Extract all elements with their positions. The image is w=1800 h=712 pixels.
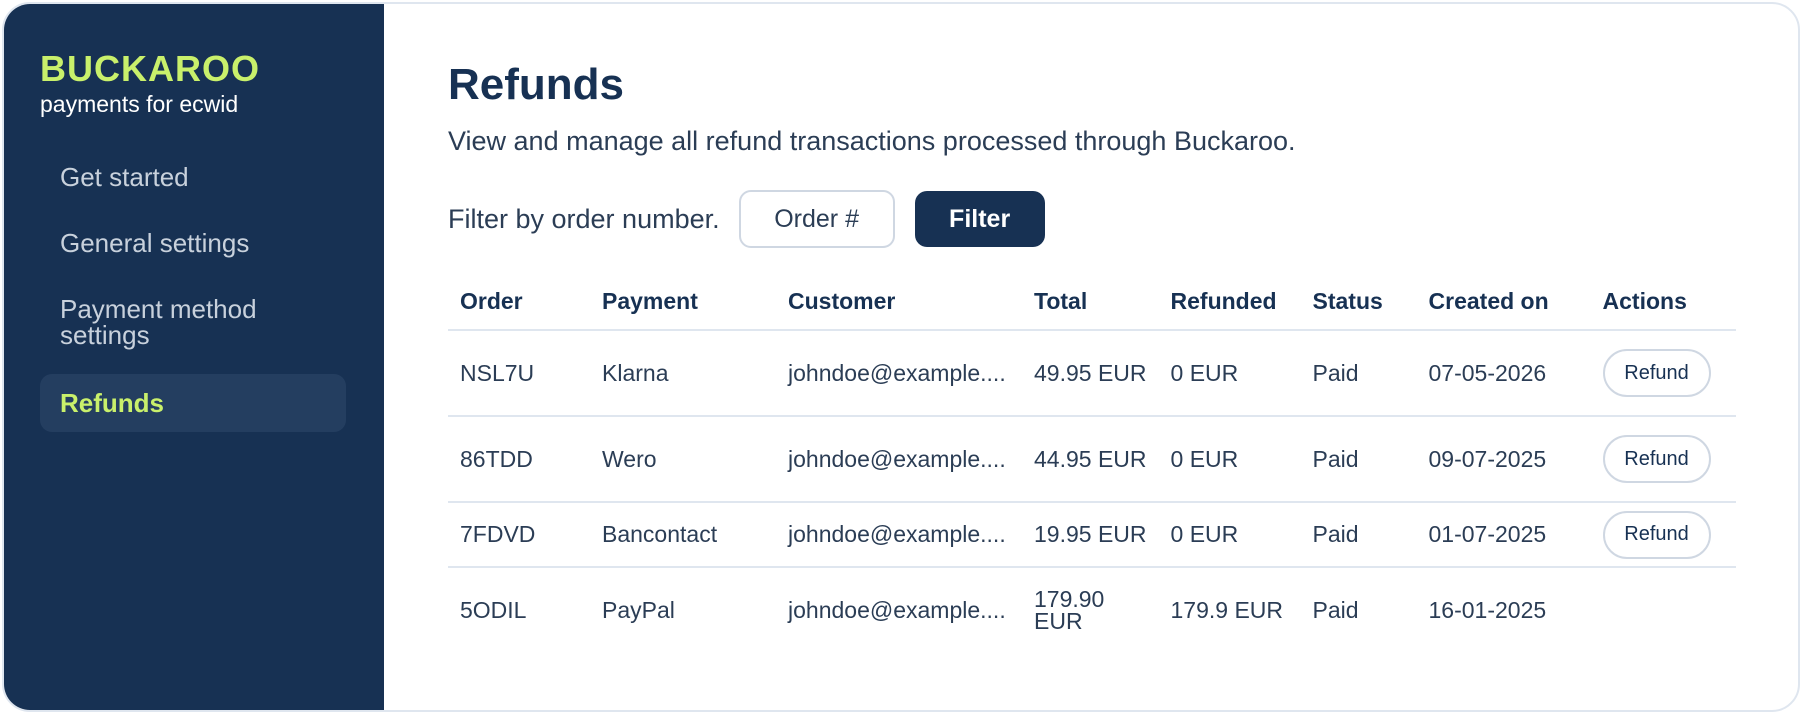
table-header-row: Order Payment Customer Total Refunded St…: [448, 288, 1736, 331]
sidebar: BUCKAROO payments for ecwid Get started …: [4, 4, 384, 710]
sidebar-item-refunds[interactable]: Refunds: [40, 374, 346, 432]
cell-payment: Bancontact: [590, 502, 776, 568]
column-header-total: Total: [1022, 288, 1159, 331]
cell-created-on: 07-05-2026: [1416, 330, 1591, 417]
cell-actions: Refund: [1590, 502, 1736, 568]
cell-refunded: 0 EUR: [1158, 416, 1301, 503]
cell-created-on: 09-07-2025: [1416, 416, 1591, 503]
page-title: Refunds: [448, 60, 624, 109]
column-header-order: Order: [448, 288, 590, 331]
cell-total: 19.95 EUR: [1022, 502, 1159, 568]
main-content: Refunds View and manage all refund trans…: [384, 4, 1798, 710]
cell-actions: [1591, 567, 1736, 652]
sidebar-nav: Get started General settings Payment met…: [40, 148, 347, 432]
filter-bar: Filter by order number. Filter: [448, 190, 1736, 248]
column-header-created-on: Created on: [1416, 288, 1591, 331]
cell-payment: Klarna: [590, 330, 776, 417]
cell-payment: PayPal: [602, 596, 675, 623]
column-header-actions: Actions: [1590, 288, 1736, 331]
cell-order: 5ODIL: [460, 596, 527, 623]
cell-payment: Wero: [590, 416, 776, 503]
cell-actions: Refund: [1590, 416, 1736, 503]
cell-customer: johndoe@example....: [776, 416, 1022, 503]
column-header-refunded: Refunded: [1158, 288, 1301, 331]
brand-title: BUCKAROO: [40, 48, 260, 89]
table-row: 86TDD Wero johndoe@example.... 44.95 EUR…: [448, 416, 1736, 503]
cell-status: Paid: [1300, 330, 1417, 417]
cell-created-on: 16-01-2025: [1428, 596, 1547, 623]
table-row: NSL7U Klarna johndoe@example.... 49.95 E…: [448, 330, 1736, 417]
cell-total: 44.95 EUR: [1022, 416, 1159, 503]
refund-button[interactable]: Refund: [1602, 435, 1711, 483]
app-window: BUCKAROO payments for ecwid Get started …: [2, 2, 1800, 712]
column-header-customer: Customer: [776, 288, 1022, 331]
cell-refunded: 179.9 EUR: [1170, 596, 1284, 623]
sidebar-item-general-settings[interactable]: General settings: [40, 214, 346, 272]
table-row: 7FDVD Bancontact johndoe@example.... 19.…: [448, 502, 1736, 568]
cell-order: 86TDD: [448, 416, 590, 503]
cell-created-on: 01-07-2025: [1416, 502, 1591, 568]
column-header-status: Status: [1300, 288, 1417, 331]
cell-total: 49.95 EUR: [1022, 330, 1159, 417]
filter-button[interactable]: Filter: [914, 191, 1045, 247]
cell-status: Paid: [1300, 502, 1417, 568]
cell-total: 179.90 EUR: [1034, 586, 1105, 634]
brand-subtitle: payments for ecwid: [40, 91, 239, 117]
cell-refunded: 0 EUR: [1158, 330, 1301, 417]
cell-customer: johndoe@example....: [788, 596, 1006, 623]
sidebar-item-payment-method-settings[interactable]: Payment method settings: [40, 280, 346, 364]
cell-status: Paid: [1312, 596, 1359, 623]
cell-order: 7FDVD: [448, 502, 590, 568]
refunds-table: Order Payment Customer Total Refunded St…: [448, 288, 1736, 652]
filter-label: Filter by order number.: [448, 203, 720, 234]
cell-order: NSL7U: [448, 330, 590, 417]
refund-button[interactable]: Refund: [1602, 349, 1711, 397]
table-row: 5ODIL PayPal johndoe@example.... 179.90 …: [448, 567, 1736, 652]
cell-customer: johndoe@example....: [776, 330, 1022, 417]
order-number-input[interactable]: [738, 190, 895, 248]
refund-button[interactable]: Refund: [1602, 510, 1711, 559]
column-header-payment: Payment: [590, 288, 776, 331]
cell-customer: johndoe@example....: [776, 502, 1022, 568]
cell-status: Paid: [1300, 416, 1417, 503]
sidebar-item-get-started[interactable]: Get started: [40, 148, 346, 206]
cell-actions: Refund: [1590, 330, 1736, 417]
page-description: View and manage all refund transactions …: [448, 126, 1296, 156]
cell-refunded: 0 EUR: [1158, 502, 1301, 568]
